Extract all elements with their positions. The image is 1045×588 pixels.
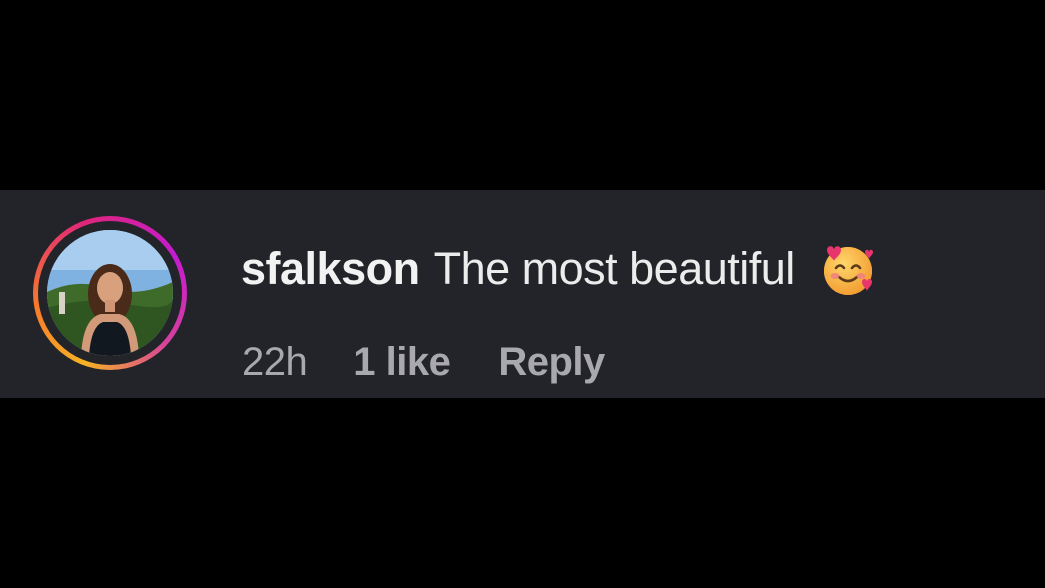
comment-body: sfalkson The most beautiful bbox=[241, 240, 879, 298]
comment-timestamp: 22h bbox=[242, 340, 308, 384]
smiling-face-with-hearts-icon bbox=[817, 238, 879, 300]
like-count[interactable]: 1 like bbox=[353, 340, 451, 385]
comment-text: The most beautiful bbox=[433, 243, 796, 294]
story-ring[interactable] bbox=[33, 216, 187, 370]
avatar-photo bbox=[47, 230, 173, 356]
username[interactable]: sfalkson bbox=[241, 243, 420, 295]
screenshot-canvas: sfalkson The most beautiful 22h 1 like R… bbox=[0, 0, 1045, 588]
avatar[interactable] bbox=[47, 230, 173, 356]
reply-button[interactable]: Reply bbox=[498, 340, 605, 385]
comment-meta: 22h 1 like Reply bbox=[242, 340, 605, 385]
comment-row: sfalkson The most beautiful 22h 1 like R… bbox=[0, 190, 1045, 398]
